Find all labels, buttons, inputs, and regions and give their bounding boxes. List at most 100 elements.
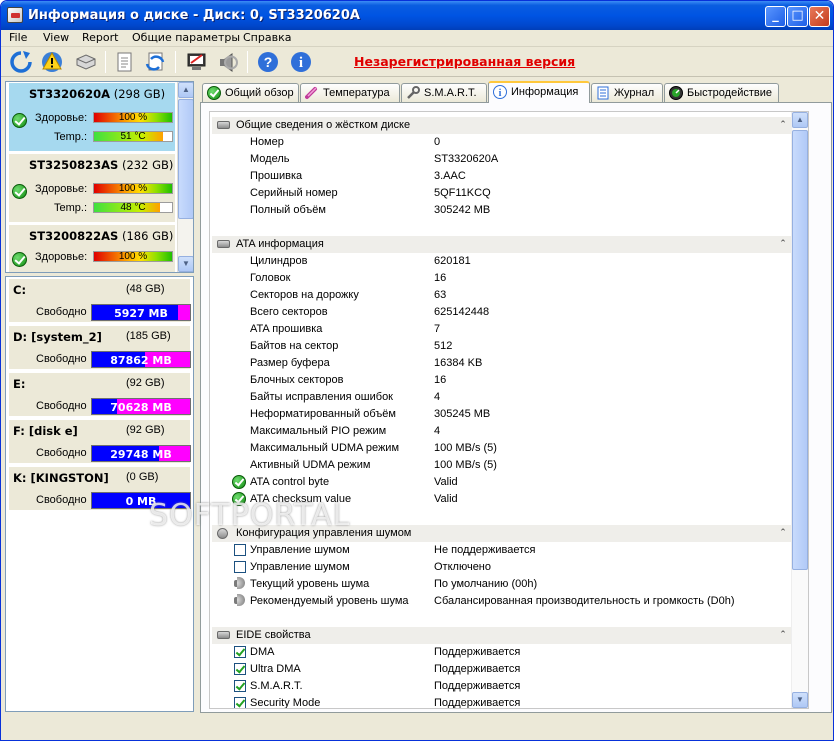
health-label: Здоровье: bbox=[35, 183, 88, 195]
svg-text:?: ? bbox=[264, 54, 273, 70]
help-icon[interactable]: ? bbox=[256, 50, 280, 74]
checkbox[interactable] bbox=[234, 646, 246, 658]
property-row: Максимальный UDMA режим 100 MB/s (5) bbox=[250, 442, 497, 454]
scroll-up-button[interactable]: ▲ bbox=[178, 82, 193, 98]
tab-log[interactable]: Журнал bbox=[591, 83, 663, 102]
section-header-ata[interactable]: ATA информация ⌃ bbox=[212, 236, 792, 253]
menu-file[interactable]: File bbox=[9, 31, 27, 44]
free-label: Свободно bbox=[36, 306, 87, 318]
sync-icon[interactable] bbox=[143, 50, 167, 74]
disk-card-2[interactable]: ST3200822AS (186 GB) Здоровье: 100 % bbox=[8, 224, 176, 272]
property-row: DMA Поддерживается bbox=[210, 644, 790, 661]
info-scrollbar[interactable]: ▲ ▼ bbox=[791, 112, 808, 708]
monitor-icon[interactable] bbox=[185, 50, 209, 74]
disk-card-0[interactable]: ST3320620A (298 GB) Здоровье: 100 % Temp… bbox=[8, 82, 176, 152]
checkbox[interactable] bbox=[234, 663, 246, 675]
collapse-icon[interactable]: ⌃ bbox=[778, 120, 788, 130]
disk-card-1[interactable]: ST3250823AS (232 GB) Здоровье: 100 % Tem… bbox=[8, 153, 176, 223]
partition-item[interactable]: F: [disk e] (92 GB) Свободно 29748 MB bbox=[8, 419, 191, 464]
checkbox[interactable] bbox=[234, 680, 246, 692]
toolbar: ? i Незарегистрированная версия bbox=[1, 47, 833, 77]
warning-icon[interactable] bbox=[40, 50, 64, 74]
tab-label: Температура bbox=[323, 87, 390, 99]
menu-view[interactable]: View bbox=[43, 31, 69, 44]
free-space-bar: 70628 MB bbox=[91, 398, 191, 415]
app-window: Информация о диске - Диск: 0, ST3320620A… bbox=[0, 0, 834, 741]
property-row: Секторов на дорожку 63 bbox=[250, 289, 447, 301]
disk-icon bbox=[217, 631, 230, 639]
collapse-icon[interactable]: ⌃ bbox=[778, 630, 788, 640]
property-row: Управление шумом Отключено bbox=[210, 559, 790, 576]
minimize-button[interactable]: _ bbox=[765, 6, 786, 27]
free-label: Свободно bbox=[36, 447, 87, 459]
tab-performance[interactable]: Быстродействие bbox=[664, 83, 779, 102]
scroll-up-button[interactable]: ▲ bbox=[792, 112, 808, 128]
free-label: Свободно bbox=[36, 400, 87, 412]
property-row: Управление шумом Не поддерживается bbox=[210, 542, 790, 559]
collapse-icon[interactable]: ⌃ bbox=[778, 239, 788, 249]
section-title: EIDE свойства bbox=[236, 629, 311, 641]
maximize-button[interactable]: □ bbox=[787, 6, 808, 27]
menu-bar: File View Report Общие параметры Справка bbox=[1, 30, 833, 47]
checkbox[interactable] bbox=[234, 544, 246, 556]
disk-list-scrollbar[interactable]: ▲ ▼ bbox=[177, 82, 193, 272]
checkbox[interactable] bbox=[234, 561, 246, 573]
info-icon: i bbox=[493, 85, 507, 99]
tab-info[interactable]: i Информация bbox=[488, 81, 590, 103]
menu-help[interactable]: Справка bbox=[243, 31, 291, 44]
property-row: Блочных секторов 16 bbox=[250, 374, 447, 386]
menu-report[interactable]: Report bbox=[82, 31, 118, 44]
valid-check-icon bbox=[232, 475, 246, 489]
scroll-down-button[interactable]: ▼ bbox=[178, 256, 193, 272]
property-row: ATA прошивка 7 bbox=[250, 323, 441, 335]
partition-size: (92 GB) bbox=[126, 377, 165, 389]
refresh-icon[interactable] bbox=[9, 50, 33, 74]
free-label: Свободно bbox=[36, 494, 87, 506]
property-row: Всего секторов 625142448 bbox=[250, 306, 490, 318]
health-ok-icon bbox=[12, 113, 27, 128]
tab-strip: Общий обзор Температура S.M.A.R.T. i Инф… bbox=[200, 81, 832, 103]
tab-overview[interactable]: Общий обзор bbox=[202, 83, 299, 102]
info-icon[interactable]: i bbox=[289, 50, 313, 74]
close-button[interactable]: ✕ bbox=[809, 6, 830, 27]
scroll-thumb[interactable] bbox=[178, 99, 193, 219]
partition-name: K: [KINGSTON] bbox=[13, 471, 109, 485]
partition-item[interactable]: D: [system_2] (185 GB) Свободно 87862 MB bbox=[8, 325, 191, 370]
property-row: Ultra DMA Поддерживается bbox=[210, 661, 790, 678]
tab-label: S.M.A.R.T. bbox=[424, 87, 477, 99]
health-ok-icon bbox=[12, 184, 27, 199]
checkbox[interactable] bbox=[234, 697, 246, 708]
log-icon bbox=[597, 86, 609, 100]
health-label: Здоровье: bbox=[35, 251, 88, 263]
property-row: Серийный номер 5QF11KCQ bbox=[250, 187, 491, 199]
property-row: Рекомендуемый уровень шума Сбалансированн… bbox=[210, 593, 790, 610]
partition-size: (185 GB) bbox=[126, 330, 171, 342]
tab-smart[interactable]: S.M.A.R.T. bbox=[401, 83, 487, 102]
menu-options[interactable]: Общие параметры bbox=[132, 31, 240, 44]
scroll-down-button[interactable]: ▼ bbox=[792, 692, 808, 708]
health-ok-icon bbox=[12, 252, 27, 267]
window-title: Информация о диске - Диск: 0, ST3320620A bbox=[28, 8, 360, 23]
section-title: Общие сведения о жёстком диске bbox=[236, 119, 411, 131]
property-row: Байты исправления ошибок 4 bbox=[250, 391, 441, 403]
partition-size: (48 GB) bbox=[126, 283, 165, 295]
free-space-bar: 87862 MB bbox=[91, 351, 191, 368]
unregistered-link[interactable]: Незарегистрированная версия bbox=[354, 54, 575, 69]
partition-list: C: (48 GB) Свободно 5927 MB D: [system_2… bbox=[5, 276, 194, 712]
title-bar[interactable]: Информация о диске - Диск: 0, ST3320620A… bbox=[1, 1, 833, 30]
disk-icon[interactable] bbox=[74, 50, 98, 74]
tab-temperature[interactable]: Температура bbox=[300, 83, 400, 102]
tab-label: Общий обзор bbox=[225, 87, 294, 99]
partition-name: F: [disk e] bbox=[13, 424, 78, 438]
app-icon bbox=[7, 7, 23, 23]
section-header-eide[interactable]: EIDE свойства ⌃ bbox=[212, 627, 792, 644]
collapse-icon[interactable]: ⌃ bbox=[778, 528, 788, 538]
section-header-general[interactable]: Общие сведения о жёстком диске ⌃ bbox=[212, 117, 792, 134]
property-row: Неформатированный объём 305245 MB bbox=[250, 408, 491, 420]
report-icon[interactable] bbox=[113, 50, 137, 74]
partition-item[interactable]: E: (92 GB) Свободно 70628 MB bbox=[8, 372, 191, 417]
scroll-thumb[interactable] bbox=[792, 130, 808, 570]
speaker-icon[interactable] bbox=[216, 50, 240, 74]
partition-item[interactable]: C: (48 GB) Свободно 5927 MB bbox=[8, 278, 191, 323]
free-label: Свободно bbox=[36, 353, 87, 365]
